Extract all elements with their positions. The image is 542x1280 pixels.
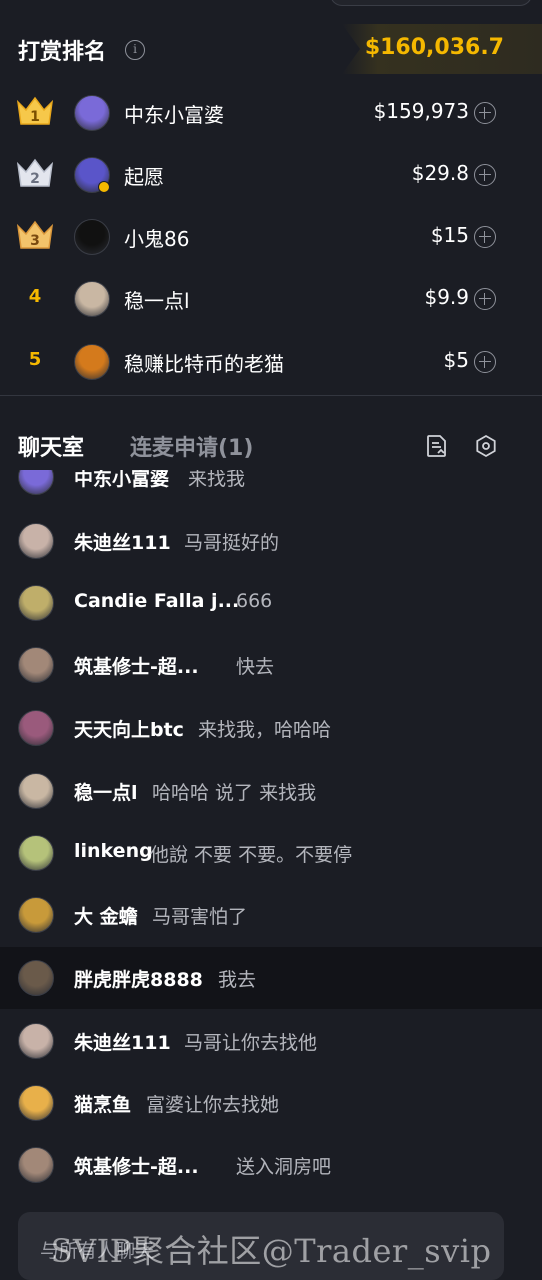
chat-avatar[interactable] bbox=[18, 470, 54, 495]
follow-plus-icon[interactable] bbox=[474, 102, 496, 124]
ranking-row[interactable]: 5 稳赚比特币的老猫 $5 bbox=[0, 331, 542, 393]
chat-avatar[interactable] bbox=[18, 523, 54, 559]
rank-number: 5 bbox=[28, 349, 42, 370]
ranking-amount: $29.8 bbox=[411, 161, 469, 185]
chat-message-list[interactable]: 中东小富婆 来找我 朱迪丝111 马哥挺好的 Candie Falla j... 666 筑… bbox=[0, 470, 542, 1210]
chat-message-text: 快去 bbox=[236, 656, 275, 678]
follow-plus-icon[interactable] bbox=[474, 164, 496, 186]
chat-avatar[interactable] bbox=[18, 835, 54, 871]
ranking-amount: $159,973 bbox=[373, 99, 469, 123]
chat-avatar[interactable] bbox=[18, 960, 54, 996]
chat-user-name[interactable]: linkeng bbox=[74, 840, 153, 862]
rank-number: 2 bbox=[30, 171, 40, 187]
chat-avatar[interactable] bbox=[18, 897, 54, 933]
chat-message-text: 马哥挺好的 bbox=[184, 532, 280, 554]
chat-user-name[interactable]: 胖虎胖虎8888 bbox=[74, 965, 203, 992]
crown-icon: 2 bbox=[16, 158, 54, 187]
chat-message-row[interactable]: 大 金蟾 马哥害怕了 bbox=[0, 884, 542, 946]
chat-avatar[interactable] bbox=[18, 1023, 54, 1059]
user-avatar[interactable] bbox=[74, 344, 110, 380]
crown-icon: 1 bbox=[16, 96, 54, 125]
chat-message-text: 送入洞房吧 bbox=[236, 1156, 332, 1178]
chat-message-row[interactable]: linkeng 他說 不要 不要。不要停 bbox=[0, 822, 542, 884]
chat-message-row[interactable]: 筑基修士-超... 送入洞房吧 bbox=[0, 1134, 542, 1196]
chat-message-row[interactable]: 天天向上btc 来找我，哈哈哈 bbox=[0, 697, 542, 759]
ranking-user-name: 稳一点l bbox=[124, 289, 190, 313]
ranking-user-name: 小鬼86 bbox=[124, 227, 190, 251]
ranking-title: 打赏排名 bbox=[18, 40, 107, 65]
chat-user-name[interactable]: 筑基修士-超... bbox=[74, 1152, 199, 1179]
ranking-row[interactable]: 3 小鬼86 $15 bbox=[0, 206, 542, 268]
chat-message-row[interactable]: 中东小富婆 来找我 bbox=[0, 470, 542, 508]
chat-input[interactable]: 与所有人聊天 bbox=[18, 1212, 504, 1280]
chat-message-text: 他說 不要 不要。不要停 bbox=[150, 844, 353, 866]
chat-message-row[interactable]: 朱迪丝111 马哥挺好的 bbox=[0, 510, 542, 572]
ranking-row[interactable]: 2 起愿 $29.8 bbox=[0, 144, 542, 206]
chat-user-name[interactable]: 朱迪丝111 bbox=[74, 1028, 171, 1055]
chat-user-name[interactable]: 筑基修士-超... bbox=[74, 652, 199, 679]
follow-plus-icon[interactable] bbox=[474, 226, 496, 248]
chat-message-row[interactable]: 稳一点l 哈哈哈 说了 来找我 bbox=[0, 760, 542, 822]
document-icon[interactable] bbox=[426, 434, 448, 458]
chat-message-row[interactable]: Candie Falla j... 666 bbox=[0, 572, 542, 634]
chat-message-text: 哈哈哈 说了 来找我 bbox=[152, 782, 317, 804]
section-divider bbox=[0, 395, 542, 396]
chat-message-row[interactable]: 筑基修士-超... 快去 bbox=[0, 634, 542, 696]
chat-message-text: 富婆让你去找她 bbox=[146, 1094, 280, 1116]
crown-icon: 3 bbox=[16, 220, 54, 249]
rank-number: 4 bbox=[28, 286, 42, 307]
chat-avatar[interactable] bbox=[18, 647, 54, 683]
ranking-amount: $9.9 bbox=[424, 285, 469, 309]
chat-message-text: 马哥害怕了 bbox=[152, 906, 248, 928]
chat-message-text: 马哥让你去找他 bbox=[184, 1032, 318, 1054]
chat-message-text: 来找我，哈哈哈 bbox=[198, 719, 332, 741]
follow-plus-icon[interactable] bbox=[474, 288, 496, 310]
tab-mic-requests[interactable]: 连麦申请(1) bbox=[130, 430, 253, 462]
chat-avatar[interactable] bbox=[18, 1085, 54, 1121]
chat-avatar[interactable] bbox=[18, 773, 54, 809]
ranking-row[interactable]: 4 稳一点l $9.9 bbox=[0, 268, 542, 330]
ranking-user-name: 稳赚比特币的老猫 bbox=[124, 352, 284, 376]
chat-avatar[interactable] bbox=[18, 1147, 54, 1183]
follow-plus-icon[interactable] bbox=[474, 351, 496, 373]
tab-chat-room[interactable]: 聊天室 bbox=[18, 430, 84, 462]
chat-message-row[interactable]: 胖虎胖虎8888 我去 bbox=[0, 947, 542, 1009]
rank-number: 3 bbox=[30, 233, 40, 249]
chat-user-name[interactable]: 天天向上btc bbox=[74, 715, 184, 742]
chat-message-text: 来找我 bbox=[188, 470, 246, 490]
chat-avatar[interactable] bbox=[18, 710, 54, 746]
verified-badge-icon bbox=[98, 181, 110, 193]
chat-user-name[interactable]: 朱迪丝111 bbox=[74, 528, 171, 555]
ranking-row[interactable]: 1 中东小富婆 $159,973 bbox=[0, 82, 542, 144]
chat-user-name[interactable]: 大 金蟾 bbox=[74, 902, 138, 929]
chat-message-row[interactable]: 猫烹鱼 富婆让你去找她 bbox=[0, 1072, 542, 1134]
chat-user-name[interactable]: 猫烹鱼 bbox=[74, 1090, 131, 1117]
user-avatar[interactable] bbox=[74, 281, 110, 317]
chat-user-name[interactable]: 稳一点l bbox=[74, 778, 138, 805]
ranking-user-name: 起愿 bbox=[124, 165, 164, 189]
chat-message-text: 我去 bbox=[218, 969, 257, 991]
chat-input-placeholder: 与所有人聊天 bbox=[40, 1240, 155, 1262]
settings-icon[interactable] bbox=[474, 434, 498, 458]
ranking-amount: $5 bbox=[443, 348, 469, 372]
chat-message-text: 666 bbox=[236, 590, 273, 612]
rank-number: 1 bbox=[30, 109, 40, 125]
ranking-amount: $15 bbox=[430, 223, 469, 247]
user-avatar[interactable] bbox=[74, 95, 110, 131]
info-icon[interactable]: i bbox=[125, 40, 145, 60]
chat-message-row[interactable]: 朱迪丝111 马哥让你去找他 bbox=[0, 1010, 542, 1072]
ranking-user-name: 中东小富婆 bbox=[124, 103, 224, 127]
chat-user-name[interactable]: Candie Falla j... bbox=[74, 590, 239, 612]
user-avatar[interactable] bbox=[74, 219, 110, 255]
chat-avatar[interactable] bbox=[18, 585, 54, 621]
total-reward-amount: $160,036.7 bbox=[364, 35, 504, 60]
chat-user-name[interactable]: 中东小富婆 bbox=[74, 470, 169, 491]
